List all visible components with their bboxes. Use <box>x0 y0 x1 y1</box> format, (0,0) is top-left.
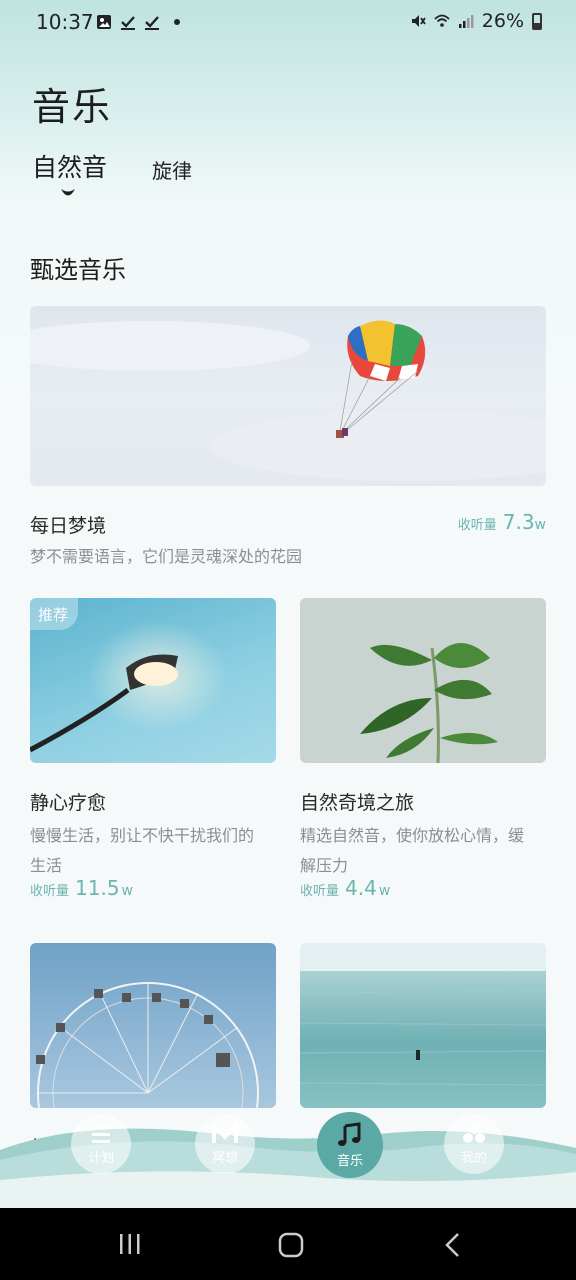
status-right: 26% <box>410 10 542 32</box>
status-bar: 10:37 26% <box>0 0 576 48</box>
listen-number: 7.3 <box>502 510 535 534</box>
nav-label: 音乐 <box>336 1153 363 1169</box>
nav-plan[interactable]: 计划 <box>71 1114 131 1174</box>
nav-music[interactable]: 音乐 <box>317 1112 383 1178</box>
list-icon <box>92 1125 110 1143</box>
ferris-wheel-image <box>36 982 259 1108</box>
card-image-nature[interactable] <box>300 598 546 763</box>
card-listen-count-healing: 收听量 11.5 w <box>30 876 133 900</box>
mute-icon <box>411 15 426 27</box>
wifi-icon <box>434 14 450 27</box>
page-title: 音乐 <box>32 85 113 129</box>
featured-listen-count: 收听量 7.3 w <box>458 510 546 534</box>
home-icon[interactable] <box>278 1232 304 1258</box>
image-icon <box>97 15 111 29</box>
section-title: 甄选音乐 <box>30 256 126 284</box>
more-notifications-dot <box>174 19 180 25</box>
tab-nature-sounds[interactable]: 自然音 <box>32 148 107 184</box>
card-title-healing[interactable]: 静心疗愈 <box>30 788 106 815</box>
recent-apps-icon[interactable] <box>118 1232 142 1256</box>
featured-card-image[interactable] <box>30 306 546 486</box>
notification-icons <box>96 14 180 30</box>
listen-unit: w <box>121 883 133 899</box>
nav-label: 冥想 <box>211 1150 238 1166</box>
sea-image <box>300 943 546 1086</box>
profile-icon <box>463 1123 485 1143</box>
m-icon <box>212 1122 238 1143</box>
recommend-badge: 推荐 <box>30 598 79 630</box>
system-navigation-bar <box>0 1208 576 1280</box>
battery-icon <box>532 12 542 30</box>
card-image-healing[interactable]: 推荐 <box>30 598 276 763</box>
plant-image <box>360 643 498 763</box>
listen-number: 11.5 <box>75 876 120 900</box>
back-icon[interactable] <box>442 1232 464 1258</box>
card-title-nature[interactable]: 自然奇境之旅 <box>300 788 414 815</box>
check-icon <box>145 16 159 30</box>
nav-meditation[interactable]: 冥想 <box>195 1114 255 1174</box>
tab-indicator <box>61 189 75 196</box>
listen-number: 4.4 <box>345 876 377 900</box>
listen-unit: w <box>378 883 391 899</box>
description-line: 慢慢生活，别让不快干扰我们的 <box>30 826 255 845</box>
music-note-icon <box>338 1121 361 1146</box>
signal-icon <box>458 15 474 28</box>
nav-label: 计划 <box>87 1150 114 1166</box>
featured-title[interactable]: 每日梦境 <box>30 511 106 538</box>
featured-description: 梦不需要语言，它们是灵魂深处的花园 <box>30 547 303 566</box>
card-listen-count-nature: 收听量 4.4 w <box>300 876 390 900</box>
listen-label: 收听量 <box>30 884 70 899</box>
listen-unit: w <box>534 517 546 533</box>
status-time: 10:37 <box>36 10 94 34</box>
card-description-healing: 慢慢生活，别让不快干扰我们的 生活 <box>30 821 254 881</box>
description-line: 精选自然音，使你放松心情，缓 <box>300 826 525 845</box>
nav-label: 我的 <box>460 1150 487 1166</box>
card-image-soothing[interactable] <box>30 943 276 1108</box>
listen-label: 收听量 <box>457 518 497 533</box>
nav-profile[interactable]: 我的 <box>444 1114 504 1174</box>
card-description-nature: 精选自然音，使你放松心情，缓 解压力 <box>300 821 524 881</box>
check-icon <box>121 16 135 30</box>
card-image-sea[interactable] <box>300 943 546 1108</box>
battery-percent: 26% <box>481 10 524 32</box>
listen-label: 收听量 <box>300 884 340 899</box>
tab-melody[interactable]: 旋律 <box>152 155 192 184</box>
